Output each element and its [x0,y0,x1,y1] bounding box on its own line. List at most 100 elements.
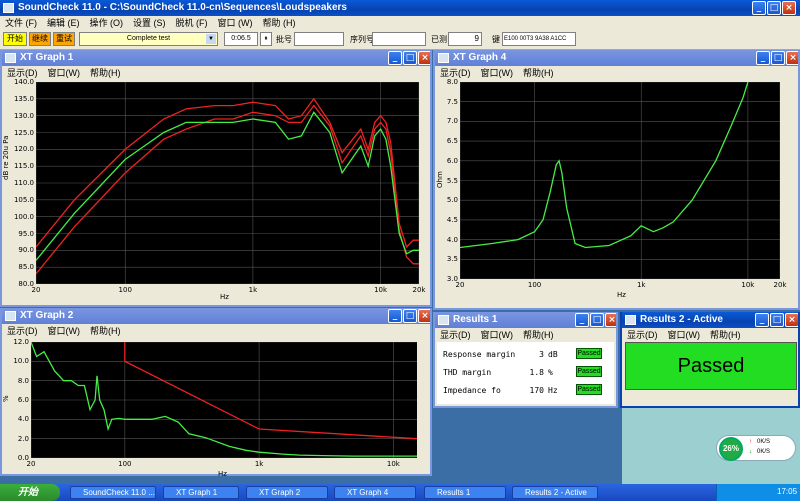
clock: 17:05 [777,487,798,496]
window-menu-item-0[interactable]: 显示(D) [622,328,663,342]
window-menu-item-2[interactable]: 帮助(H) [85,324,126,338]
x-tick-label: 10k [386,460,400,468]
network-monitor[interactable]: 26% ↑ 0K/S ↓ 0K/S [716,435,796,461]
close-button[interactable]: × [785,313,798,327]
result-unit: dB [548,350,558,359]
maximize-button[interactable]: □ [770,313,784,327]
taskbar-task[interactable]: XT Graph 4 [334,486,416,499]
retry-button[interactable]: 重试 [53,32,75,46]
x-tick-label: 1k [636,281,646,289]
menu-item-1[interactable]: 编辑 (E) [42,16,85,30]
xt-graph-1-title: XT Graph 1 [20,52,74,63]
window-menu-item-2[interactable]: 帮助(H) [518,328,559,342]
maximize-button[interactable]: □ [590,313,604,327]
net-up-value: 0K/S [757,439,771,445]
close-button[interactable]: × [418,309,430,323]
close-button[interactable]: × [786,51,798,65]
continue-button[interactable]: 继续 [29,32,51,46]
y-tick-label: 6.0 [17,396,29,404]
start-button[interactable]: 开始 [3,32,27,46]
maximize-button[interactable]: □ [403,309,417,323]
window-menu-item-2[interactable]: 帮助(H) [705,328,746,342]
close-button[interactable]: × [418,51,430,65]
verdict-text: Passed [677,355,745,377]
y-tick-label: 7.5 [446,97,458,106]
y-tick-label: 7.0 [446,117,458,126]
series-line-0 [459,81,749,249]
x-tick-label: 100 [118,286,132,294]
series-line-1 [35,111,419,261]
y-tick-label: 120.0 [13,145,34,154]
key-value: E100 00T3 9A38 A1CC [502,32,576,46]
maximize-button[interactable]: □ [403,51,417,65]
window-menu-item-1[interactable]: 窗口(W) [476,66,519,80]
close-button[interactable]: × [782,1,796,15]
y-tick-label: 105.0 [13,195,34,204]
window-menu-item-0[interactable]: 显示(D) [2,324,43,338]
minimize-button[interactable]: _ [755,313,769,327]
menu-item-4[interactable]: 脱机 (F) [171,16,213,30]
x-tick-label: 20 [31,286,41,294]
minimize-button[interactable]: _ [388,309,402,323]
taskbar-task[interactable]: Results 2 - Active [512,486,598,499]
series-line-2 [35,97,419,249]
xt-graph-2-menubar: 显示(D) 窗口(W) 帮助(H) [2,324,430,338]
window-menu-item-0[interactable]: 显示(D) [435,328,476,342]
taskbar-task[interactable]: XT Graph 1 [163,486,239,499]
window-menu-item-1[interactable]: 窗口(W) [43,324,86,338]
maximize-button[interactable]: □ [771,51,785,65]
maximize-button[interactable]: □ [767,1,781,15]
x-tick-label: 100 [527,281,542,289]
window-menu-item-2[interactable]: 帮助(H) [518,66,559,80]
menu-item-2[interactable]: 操作 (O) [85,16,129,30]
menu-item-5[interactable]: 窗口 (W) [213,16,258,30]
y-tick-label: 10.0 [13,357,29,366]
y-tick-label: 4.0 [446,235,458,244]
y-tick-label: 130.0 [13,111,34,120]
minimize-button[interactable]: _ [756,51,770,65]
minimize-button[interactable]: _ [575,313,589,327]
menu-item-0[interactable]: 文件 (F) [0,16,42,30]
xt-graph-4-plot[interactable] [459,81,781,280]
y-tick-label: 95.0 [18,229,34,238]
y-tick-label: 135.0 [13,94,34,103]
window-menu-item-1[interactable]: 窗口(W) [43,66,86,80]
result-value: 3 [539,350,544,359]
serial-input[interactable] [372,32,426,46]
window-menu-item-1[interactable]: 窗口(W) [663,328,706,342]
status-badge: Passed [576,384,602,395]
minimize-button[interactable]: _ [752,1,766,15]
y-tick-label: 3.5 [446,255,458,264]
sequence-select[interactable]: Complete test ▼ [79,32,218,46]
x-tick-label: 100 [118,460,132,468]
chevron-down-icon[interactable]: ▼ [206,34,216,44]
xt-graph-4-xlabel: Hz [617,291,626,299]
pause-button[interactable]: ⏸ [260,32,272,46]
status-badge: Passed [576,348,602,359]
taskbar-task[interactable]: Results 1 [424,486,506,499]
menu-item-3[interactable]: 设置 (S) [128,16,171,30]
xt-graph-2-plot[interactable] [30,341,418,459]
taskbar-task[interactable]: XT Graph 2 [246,486,328,499]
results-1-titlebar: Results 1 _ □ × [435,312,616,328]
x-tick-label: 20 [455,281,465,289]
result-value: 170 [529,386,544,395]
taskbar-task[interactable]: SoundCheck 11.0 ... [70,486,156,499]
close-button[interactable]: × [605,313,616,327]
y-tick-label: 4.0 [17,415,29,424]
net-down-value: 0K/S [757,449,771,455]
y-tick-label: 8.0 [446,78,458,86]
y-tick-label: 4.5 [446,215,458,224]
minimize-button[interactable]: _ [388,51,402,65]
window-menu-item-2[interactable]: 帮助(H) [85,66,126,80]
batch-input[interactable] [294,32,344,46]
app-titlebar: SoundCheck 11.0 - C:\SoundCheck 11.0-cn\… [0,0,800,16]
window-menu-item-1[interactable]: 窗口(W) [476,328,519,342]
window-icon [438,53,449,63]
window-icon [438,315,449,325]
y-tick-label: 85.0 [18,263,34,272]
xt-graph-1-plot[interactable] [35,81,420,285]
start-menu-button[interactable]: 开始 [0,484,60,501]
menu-item-6[interactable]: 帮助 (H) [258,16,301,30]
status-badge: Passed [576,366,602,377]
